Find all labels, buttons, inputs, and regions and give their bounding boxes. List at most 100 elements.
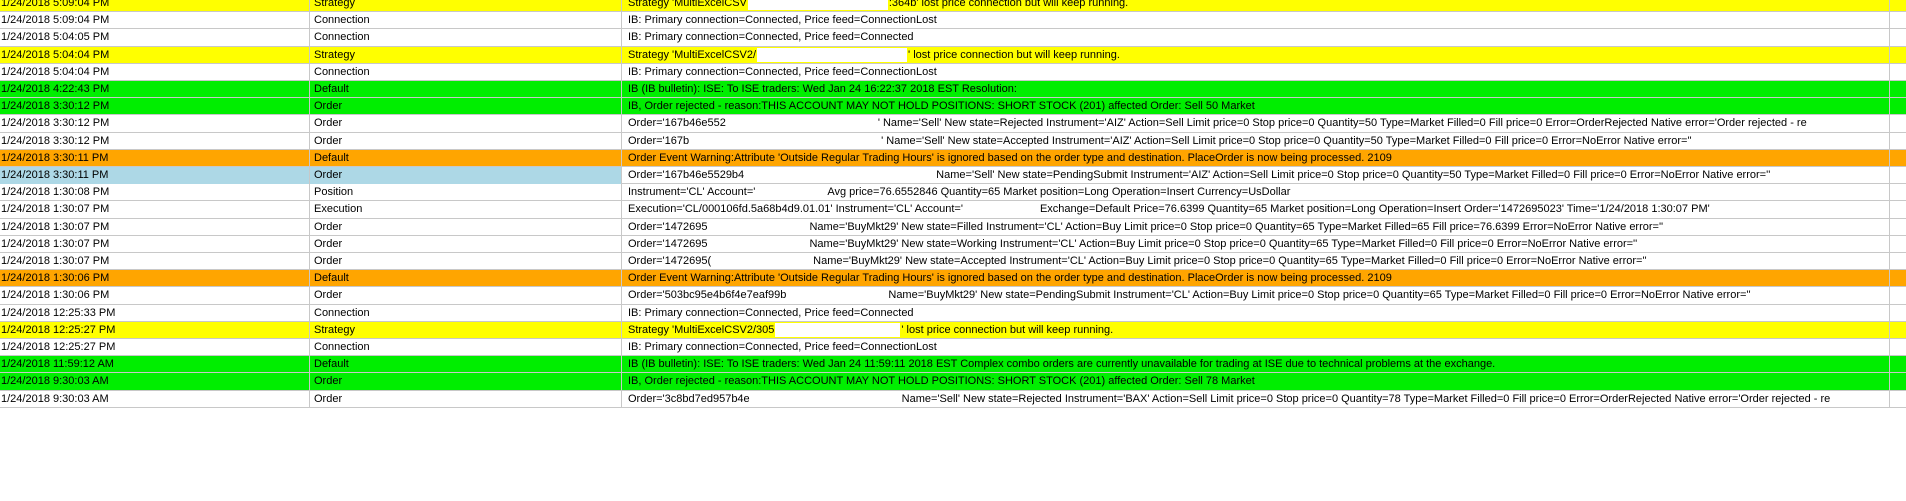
log-category-cell: Order (310, 390, 622, 408)
log-time-cell: 1/24/2018 4:22:43 PM (0, 81, 310, 99)
log-message-text: IB: Primary connection=Connected, Price … (628, 341, 937, 353)
log-message-text: Execution='CL/000106fd.5a68b4d9.01.01' I… (628, 203, 963, 216)
log-message-text: Order='3c8bd7ed957b4e (628, 392, 750, 405)
log-time-cell: 1/24/2018 9:30:03 AM (0, 390, 310, 408)
log-category-cell: Order (310, 218, 622, 236)
log-row-end (1890, 236, 1906, 253)
log-row[interactable]: 1/24/2018 1:30:07 PM Order Order='1472695(… (0, 253, 1906, 271)
log-message-cell: Order='167b46e552 ' Name='Sell' New state… (622, 115, 1890, 133)
log-message-cell: IB (IB bulletin): ISE: To ISE traders: W… (622, 81, 1890, 99)
log-row[interactable]: 1/24/2018 3:30:11 PM Order Order='167b46e5… (0, 167, 1906, 185)
log-time-cell: 1/24/2018 1:30:07 PM (0, 253, 310, 271)
log-category-cell: Order (310, 235, 622, 253)
log-row[interactable]: 1/24/2018 9:30:03 AM Order Order='3c8bd7ed… (0, 390, 1906, 408)
log-time-cell: 1/24/2018 3:30:12 PM (0, 98, 310, 116)
log-message-cell: IB: Primary connection=Connected, Price … (622, 63, 1890, 81)
log-message-text: IB, Order rejected - reason:THIS ACCOUNT… (628, 375, 1255, 388)
log-message-cell: IB, Order rejected - reason:THIS ACCOUNT… (622, 98, 1890, 116)
log-row-end (1890, 305, 1906, 322)
log-row[interactable]: 1/24/2018 12:25:27 PM Strategy Strategy 'M… (0, 321, 1906, 339)
log-row[interactable]: 1/24/2018 12:25:27 PM Connection IB: Prima… (0, 339, 1906, 357)
log-category-cell: Order (310, 98, 622, 116)
log-message-text: IB (IB bulletin): ISE: To ISE traders: W… (628, 83, 1017, 95)
log-row[interactable]: 1/24/2018 1:30:07 PM Order Order='1472695 N… (0, 235, 1906, 253)
log-message-cell: Order='1472695 Name='BuyMkt29' New state=… (622, 218, 1890, 236)
log-time-cell: 1/24/2018 11:59:12 AM (0, 356, 310, 374)
log-message-cell: Strategy 'MultiExcelCSV2/305 ' lost price… (622, 321, 1890, 339)
log-message-text-continued: Name='BuyMkt29' New state=PendingSubmit … (888, 289, 1751, 302)
log-message-cell: Order Event Warning:Attribute 'Outside R… (622, 270, 1890, 288)
log-message-text-continued: Name='BuyMkt29' New state=Accepted Instr… (813, 255, 1647, 267)
log-time-cell: 1/24/2018 3:30:11 PM (0, 167, 310, 185)
log-time-cell: 1/24/2018 5:04:05 PM (0, 29, 310, 47)
log-message-cell: Order='167b46e5529b4 Name='Sell' New stat… (622, 167, 1890, 185)
log-time-cell: 1/24/2018 5:09:04 PM (0, 0, 310, 13)
log-time-cell: 1/24/2018 5:09:04 PM (0, 12, 310, 30)
log-message-text-continued: Exchange=Default Price=76.6399 Quantity=… (1039, 203, 1710, 216)
log-row[interactable]: 1/24/2018 1:30:08 PM Position Instrument='… (0, 184, 1906, 202)
log-row[interactable]: 1/24/2018 3:30:12 PM Order IB, Order rejec… (0, 98, 1906, 116)
log-category-cell: Connection (310, 304, 622, 322)
log-row-end (1890, 64, 1906, 81)
log-category-cell: Default (310, 81, 622, 99)
redacted-area (747, 0, 888, 11)
log-message-cell: Order Event Warning:Attribute 'Outside R… (622, 149, 1890, 167)
log-row[interactable]: 1/24/2018 5:09:04 PM Connection IB: Primar… (0, 12, 1906, 30)
log-message-text: Strategy 'MultiExcelCSV2/ (628, 48, 757, 61)
log-row[interactable]: 1/24/2018 5:04:04 PM Strategy Strategy 'Mu… (0, 46, 1906, 64)
log-category-cell: Strategy (310, 46, 622, 64)
log-row[interactable]: 1/24/2018 3:30:12 PM Order Order='167b ' Na… (0, 132, 1906, 150)
log-message-text: Order='503bc95e4b6f4e7eaf99b (628, 289, 787, 302)
log-category-cell: Execution (310, 201, 622, 219)
log-row-end (1890, 219, 1906, 236)
log-row[interactable]: 1/24/2018 11:59:12 AM Default IB (IB bulle… (0, 356, 1906, 374)
log-message-cell: Strategy 'MultiExcelCSV2/ ' lost price co… (622, 46, 1890, 64)
log-row-end (1890, 184, 1906, 201)
log-category-cell: Connection (310, 339, 622, 357)
log-message-text: Strategy 'MultiExcelCSV2/305 (628, 323, 775, 336)
log-message-text: IB, Order rejected - reason:THIS ACCOUNT… (628, 100, 1255, 113)
redacted-area (756, 185, 827, 200)
log-row[interactable]: 1/24/2018 5:09:04 PM Strategy Strategy 'Mu… (0, 0, 1906, 13)
log-category-cell: Default (310, 356, 622, 374)
redacted-area (787, 288, 888, 303)
log-message-text: Order='1472695 (628, 237, 708, 250)
log-row[interactable]: 1/24/2018 1:30:06 PM Default Order Event W… (0, 270, 1906, 288)
log-row-end (1890, 287, 1906, 304)
log-message-cell: Instrument='CL' Account=' Avg price=76.65… (622, 184, 1890, 202)
redacted-area (750, 391, 901, 406)
log-message-cell: Strategy 'MultiExcelCSV:364b' lost price… (622, 0, 1890, 13)
log-category-cell: Strategy (310, 0, 622, 13)
log-message-text: IB: Primary connection=Connected, Price … (628, 14, 937, 27)
log-message-cell: IB: Primary connection=Connected, Price … (622, 12, 1890, 30)
log-category-cell: Order (310, 287, 622, 305)
log-row[interactable]: 1/24/2018 3:30:12 PM Order Order='167b46e5… (0, 115, 1906, 133)
log-row[interactable]: 1/24/2018 12:25:33 PM Connection IB: Prima… (0, 304, 1906, 322)
log-row[interactable]: 1/24/2018 5:04:05 PM Connection IB: Primar… (0, 29, 1906, 47)
log-message-text: Order Event Warning:Attribute 'Outside R… (628, 151, 1392, 164)
log-row[interactable]: 1/24/2018 1:30:07 PM Execution Execution='… (0, 201, 1906, 219)
log-row[interactable]: 1/24/2018 1:30:06 PM Order Order='503bc95e… (0, 287, 1906, 305)
log-message-cell: Order='1472695 Name='BuyMkt29' New state=… (622, 235, 1890, 253)
log-time-cell: 1/24/2018 3:30:12 PM (0, 132, 310, 150)
log-message-text: Order='167b46e552 (628, 117, 726, 130)
log-time-cell: 1/24/2018 12:25:27 PM (0, 339, 310, 357)
log-row[interactable]: 1/24/2018 3:30:11 PM Default Order Event W… (0, 149, 1906, 167)
log-row-end (1890, 98, 1906, 115)
log-row-end (1890, 167, 1906, 184)
log-message-text: Order='167b46e5529b4 (628, 169, 745, 181)
log-row-end (1890, 115, 1906, 132)
log-time-cell: 1/24/2018 1:30:06 PM (0, 287, 310, 305)
log-row[interactable]: 1/24/2018 1:30:07 PM Order Order='1472695 N… (0, 218, 1906, 236)
log-message-text-continued: ' lost price connection but will keep ru… (901, 323, 1114, 336)
redacted-area (757, 47, 908, 62)
log-row[interactable]: 1/24/2018 4:22:43 PM Default IB (IB bullet… (0, 81, 1906, 99)
log-row[interactable]: 1/24/2018 9:30:03 AM Order IB, Order rejec… (0, 373, 1906, 391)
log-message-cell: IB: Primary connection=Connected, Price … (622, 339, 1890, 357)
log-row[interactable]: 1/24/2018 5:04:04 PM Connection IB: Primar… (0, 63, 1906, 81)
log-message-text: Order='1472695 (628, 220, 708, 233)
redacted-area (775, 322, 901, 337)
redacted-area (690, 133, 881, 148)
log-category-cell: Position (310, 184, 622, 202)
log-grid[interactable]: 1/24/2018 5:09:04 PM Strategy Strategy 'Mu… (0, 0, 1906, 501)
